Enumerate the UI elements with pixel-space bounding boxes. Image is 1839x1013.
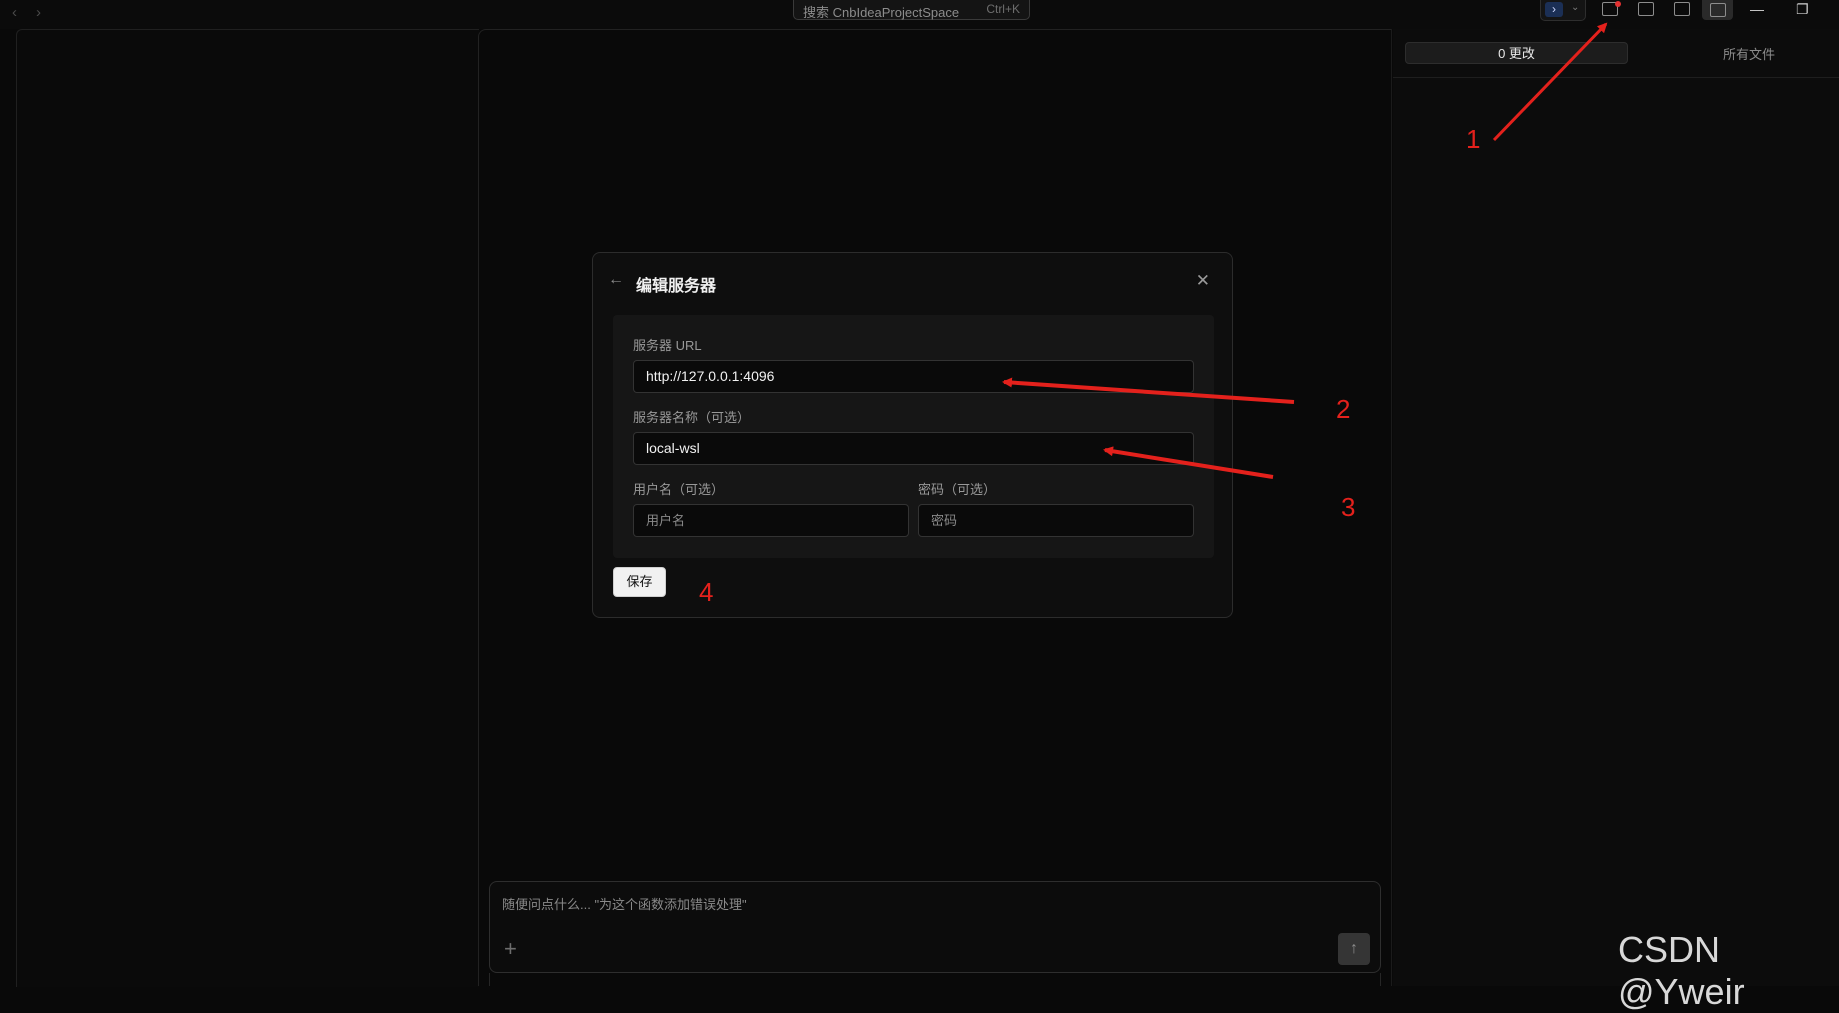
annotation-number-4: 4	[699, 577, 714, 607]
annotation-number-1: 1	[1466, 124, 1481, 154]
watermark: CSDN @Yweir	[1618, 929, 1745, 1012]
annotation-number-2: 2	[1336, 394, 1351, 424]
annotation-arrow-2	[1002, 377, 1295, 404]
annotation-arrows	[1002, 22, 1608, 479]
annotation-arrow-3	[1103, 446, 1274, 479]
annotation-number-3: 3	[1341, 492, 1356, 522]
annotation-arrow-1	[1492, 22, 1608, 142]
